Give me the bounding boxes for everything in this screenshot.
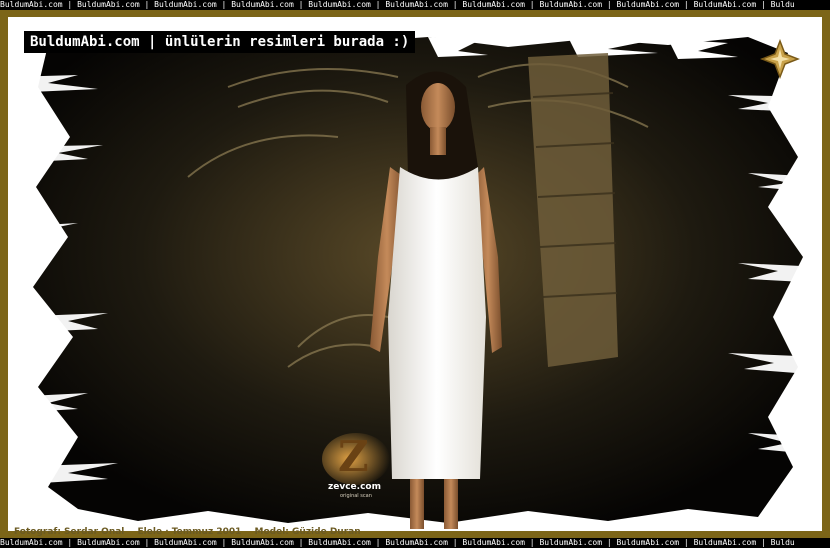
svg-text:original scan: original scan — [340, 493, 372, 499]
four-point-star-icon — [760, 39, 800, 79]
svg-text:zevce.com: zevce.com — [328, 482, 381, 492]
photo-credit: Fotograf: Serdar Onal Elele · Temmuz 200… — [14, 526, 371, 538]
gold-frame: BuldumAbi.com | ünlülerin resimleri bura… — [0, 10, 830, 538]
credit-photographer: Fotograf: Serdar Onal — [14, 527, 125, 537]
site-caption: BuldumAbi.com | ünlülerin resimleri bura… — [24, 31, 416, 53]
svg-text:Z: Z — [338, 432, 369, 481]
photo-scene — [8, 17, 822, 531]
credit-model: Model: Güzide Duran — [254, 527, 361, 537]
photo-area: BuldumAbi.com | ünlülerin resimleri bura… — [8, 17, 822, 531]
zevce-logo: Z zevce.com original scan — [322, 432, 390, 499]
bottom-watermark-strip: BuldumAbi.com | BuldumAbi.com | BuldumAb… — [0, 538, 830, 548]
credit-issue: Elele · Temmuz 2001 — [137, 527, 242, 537]
top-watermark-strip: BuldumAbi.com | BuldumAbi.com | BuldumAb… — [0, 0, 830, 10]
